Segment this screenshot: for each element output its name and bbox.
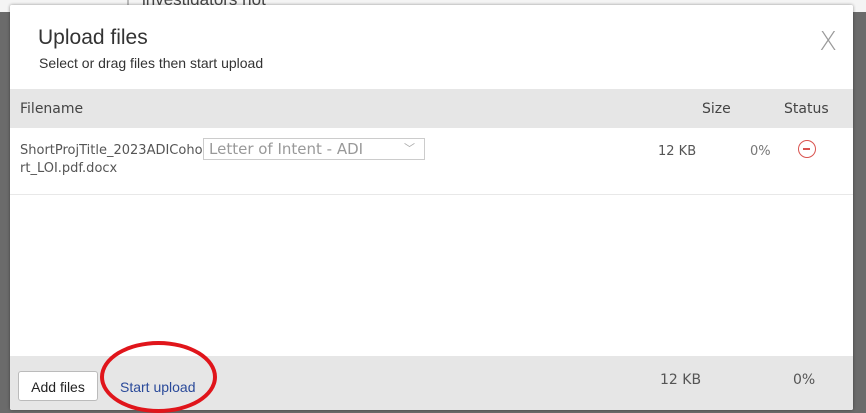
column-status: Status bbox=[784, 101, 829, 117]
file-size: 12 KB bbox=[658, 144, 697, 159]
document-type-value: Letter of Intent - ADI bbox=[209, 140, 364, 158]
file-status: 0% bbox=[750, 144, 771, 159]
file-row: ShortProjTitle_2023ADICohort_LOI.pdf.doc… bbox=[10, 128, 853, 195]
close-icon[interactable]: X bbox=[819, 27, 837, 57]
add-files-button[interactable]: Add files bbox=[18, 371, 98, 401]
total-status: 0% bbox=[793, 372, 816, 388]
remove-circle-icon[interactable] bbox=[798, 140, 816, 158]
file-list-header: Filename Size Status bbox=[10, 89, 853, 128]
file-name: ShortProjTitle_2023ADICohort_LOI.pdf.doc… bbox=[20, 143, 203, 176]
dialog-footer: Add files Start upload 12 KB 0% bbox=[10, 356, 853, 410]
chevron-down-icon: ﹀ bbox=[404, 142, 415, 155]
document-type-select[interactable]: Letter of Intent - ADI ﹀ bbox=[203, 138, 425, 160]
dialog-subtitle: Select or drag files then start upload bbox=[39, 55, 264, 71]
column-filename: Filename bbox=[20, 101, 84, 117]
column-size: Size bbox=[702, 101, 731, 117]
dialog-header: Upload files Select or drag files then s… bbox=[10, 5, 853, 89]
remove-dash bbox=[803, 148, 810, 150]
dialog-title: Upload files bbox=[38, 26, 148, 49]
start-upload-button[interactable]: Start upload bbox=[120, 372, 196, 402]
upload-dialog: Upload files Select or drag files then s… bbox=[10, 5, 853, 410]
total-size: 12 KB bbox=[660, 372, 702, 388]
file-list: ShortProjTitle_2023ADICohort_LOI.pdf.doc… bbox=[10, 128, 853, 356]
